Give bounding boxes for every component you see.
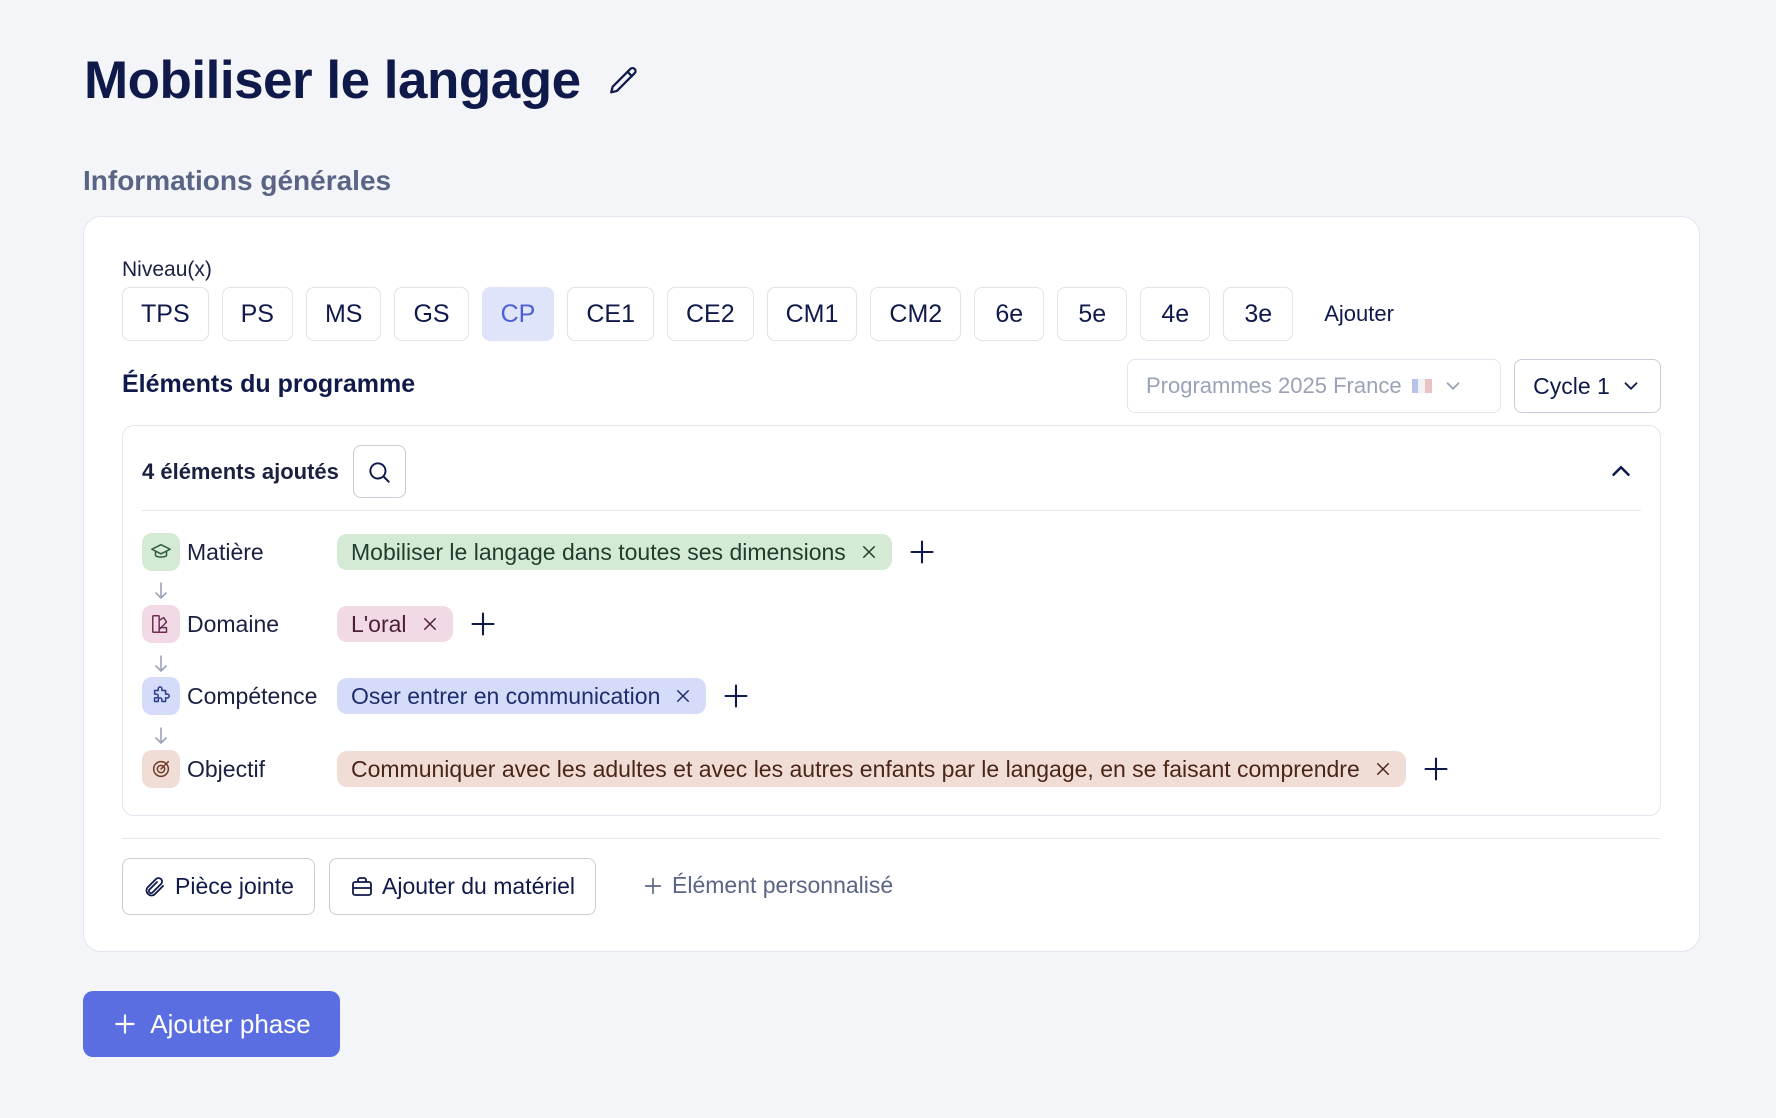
add-phase-label: Ajouter phase [150,1008,311,1039]
tag-text: Communiquer avec les adultes et avec les… [351,755,1360,782]
search-icon [369,461,391,483]
program-title: Éléments du programme [122,370,416,398]
arrow-down-icon [155,582,167,600]
program-source-value: Programmes 2025 France [1146,373,1402,398]
chevron-down-icon [1446,382,1459,391]
add-phase-button[interactable]: Ajouter phase [83,991,340,1057]
arrow-down-icon [155,727,167,745]
divider [142,510,1641,511]
plus-icon[interactable] [908,538,936,566]
pencil-icon[interactable] [607,64,641,98]
custom-element-label: Élément personnalisé [672,872,894,898]
search-button[interactable] [352,445,406,498]
close-icon[interactable] [860,543,878,561]
competence-tag: Oser entrer en communication [337,678,707,714]
element-label: Compétence [187,682,318,709]
plus-icon[interactable] [722,682,750,710]
level-chip[interactable]: CM1 [766,287,858,341]
add-material-label: Ajouter du matériel [382,873,576,899]
section-heading: Informations générales [83,165,392,196]
graduation-cap-icon [142,533,180,571]
element-row-matiere: Matière Mobiliser le langage dans toutes… [142,533,936,571]
arrow-down-icon [155,655,167,673]
attachment-button[interactable]: Pièce jointe [122,858,315,915]
page-title-row: Mobiliser le langage [84,50,641,111]
tag-text: Oser entrer en communication [351,682,661,709]
add-level-link[interactable]: Ajouter [1324,301,1394,327]
puzzle-icon [142,677,180,715]
chevron-up-icon [1612,465,1630,476]
custom-element-link[interactable]: Élément personnalisé [642,872,893,899]
cycle-value: Cycle 1 [1533,372,1610,399]
level-chip[interactable]: MS [305,287,382,341]
level-chip[interactable]: TPS [122,287,209,341]
target-icon [142,750,180,788]
element-label: Objectif [187,755,265,782]
level-chip[interactable]: PS [221,287,293,341]
objectif-tag: Communiquer avec les adultes et avec les… [337,751,1406,787]
element-row-competence: Compétence Oser entrer en communication [142,677,750,715]
levels-label: Niveau(x) [122,258,212,281]
level-chip[interactable]: 5e [1057,287,1128,341]
briefcase-icon [352,876,372,896]
level-chip[interactable]: CE2 [666,287,754,341]
plus-icon[interactable] [469,610,497,638]
level-chip[interactable]: GS [394,287,469,341]
general-info-card: Niveau(x) TPS PS MS GS CP CE1 CE2 CM1 CM… [83,216,1700,952]
element-label: Matière [187,538,264,565]
divider [122,838,1661,839]
close-icon[interactable] [1374,760,1392,778]
page-title: Mobiliser le langage [84,51,581,110]
france-flag-icon [1411,379,1432,393]
program-source-select[interactable]: Programmes 2025 France [1127,359,1501,413]
level-chip-selected[interactable]: CP [481,287,555,341]
level-chip[interactable]: 3e [1223,287,1294,341]
plus-icon[interactable] [1422,755,1450,783]
chevron-down-icon [1624,382,1638,391]
level-chip[interactable]: CE1 [567,287,654,341]
close-icon[interactable] [421,615,439,633]
add-material-button[interactable]: Ajouter du matériel [329,858,597,915]
tag-text: Mobiliser le langage dans toutes ses dim… [351,538,846,565]
paperclip-icon [145,876,164,896]
element-row-domaine: Domaine L'oral [142,605,497,643]
collapse-button[interactable] [1604,454,1638,488]
close-icon[interactable] [674,687,692,705]
level-chip[interactable]: 6e [974,287,1045,341]
plus-icon [644,877,662,894]
cycle-select[interactable]: Cycle 1 [1514,359,1661,413]
element-label: Domaine [187,610,280,637]
attachment-label: Pièce jointe [175,873,294,899]
level-chip[interactable]: CM2 [870,287,962,341]
matiere-tag: Mobiliser le langage dans toutes ses dim… [337,534,892,570]
element-row-objectif: Objectif Communiquer avec les adultes et… [142,750,1450,788]
levels-chip-group: TPS PS MS GS CP CE1 CE2 CM1 CM2 6e 5e 4e… [122,287,1394,341]
level-chip[interactable]: 4e [1140,287,1211,341]
program-elements-panel: 4 éléments ajoutés Matière Mobiliser le … [122,425,1661,816]
palette-icon [142,605,180,643]
domaine-tag: L'oral [337,606,453,642]
elements-count: 4 éléments ajoutés [142,458,339,484]
plus-icon [115,1014,136,1034]
tag-text: L'oral [351,610,407,637]
elements-header: 4 éléments ajoutés [142,445,406,498]
